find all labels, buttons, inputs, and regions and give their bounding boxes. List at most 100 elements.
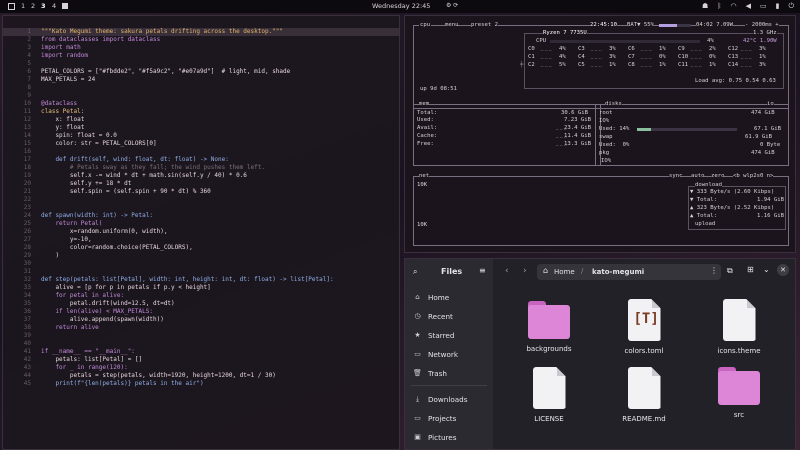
sidebar-item-downloads[interactable]: ⤓ Downloads: [413, 392, 489, 406]
close-icon[interactable]: ✕: [777, 264, 789, 276]
code-line[interactable]: 34 for petal in alive:: [3, 292, 399, 300]
clock[interactable]: Wednesday 22:45: [372, 2, 430, 10]
code-line[interactable]: 5: [3, 60, 399, 68]
code-line[interactable]: 11 class Petal:: [3, 108, 399, 116]
preset-label[interactable]: preset 2: [471, 22, 498, 29]
code-line[interactable]: 19 self.x -= wind * dt + math.sin(self.y…: [3, 172, 399, 180]
code-line[interactable]: 38 return alive: [3, 324, 399, 332]
net-zero[interactable]: zero: [711, 173, 725, 180]
hamburger-menu-icon[interactable]: ≡: [479, 266, 486, 275]
new-tab-icon[interactable]: ⧉: [727, 266, 733, 276]
cpu-core-label: C5: [578, 62, 585, 68]
sidebar-item-trash[interactable]: 🗑 Trash: [413, 366, 489, 380]
code-line[interactable]: 4 import random: [3, 52, 399, 60]
search-icon[interactable]: ⌕: [413, 267, 417, 277]
net-auto[interactable]: auto: [691, 173, 705, 180]
code-line[interactable]: 22: [3, 196, 399, 204]
more-options-icon[interactable]: ⋮: [710, 266, 718, 275]
code-line[interactable]: 20 self.y += 18 * dt: [3, 180, 399, 188]
code-line[interactable]: 8: [3, 84, 399, 92]
code-line[interactable]: 42 petals: list[Petal] = []: [3, 356, 399, 364]
toml-file-icon: [T]: [627, 299, 661, 341]
net-sync[interactable]: sync: [669, 173, 683, 180]
code-line[interactable]: 27 y=-10,: [3, 236, 399, 244]
workspace-3[interactable]: 3: [41, 2, 46, 10]
view-grid-icon[interactable]: ⊞: [747, 265, 754, 274]
code-line[interactable]: 44 petals = step(petals, width=1920, hei…: [3, 372, 399, 380]
code-line[interactable]: 23: [3, 204, 399, 212]
sidebar-divider: [411, 385, 487, 386]
code-line[interactable]: 3 import math: [3, 44, 399, 52]
code-line[interactable]: 25 return Petal(: [3, 220, 399, 228]
workspace-4[interactable]: 4: [52, 2, 56, 10]
code-line[interactable]: 31: [3, 268, 399, 276]
code-line[interactable]: 33 alive = [p for p in petals if p.y < h…: [3, 284, 399, 292]
file-item[interactable]: backgrounds: [512, 301, 586, 353]
code-line[interactable]: 16: [3, 148, 399, 156]
back-icon[interactable]: ‹: [505, 266, 509, 276]
sidebar-item-projects[interactable]: ▭ Projects: [413, 411, 489, 425]
workspace-1[interactable]: 1: [21, 2, 25, 10]
code-line[interactable]: 13 y: float: [3, 124, 399, 132]
code-line[interactable]: 36 if len(alive) < MAX_PETALS:: [3, 308, 399, 316]
code-line[interactable]: 17 def drift(self, wind: float, dt: floa…: [3, 156, 399, 164]
menu-label[interactable]: menu: [445, 22, 459, 29]
code-line[interactable]: 28 color=random.choice(PETAL_COLORS),: [3, 244, 399, 252]
code-line[interactable]: 26 x=random.uniform(0, width),: [3, 228, 399, 236]
notification-icon[interactable]: ☗: [702, 2, 708, 11]
display-icon[interactable]: ▭: [760, 2, 767, 11]
bluetooth-icon[interactable]: ᛒ: [717, 2, 721, 11]
sidebar-item-network[interactable]: ▭ Network: [413, 347, 489, 361]
view-options-icon[interactable]: ⌄: [763, 265, 770, 274]
file-item[interactable]: icons.theme: [702, 299, 776, 355]
code-line[interactable]: 6 PETAL_COLORS = ["#fbdde2", "#f5a9c2", "…: [3, 68, 399, 76]
code-line[interactable]: 14 spin: float = 0.0: [3, 132, 399, 140]
code-line[interactable]: 15 color: str = PETAL_COLORS[0]: [3, 140, 399, 148]
sidebar-item-starred[interactable]: ★ Starred: [413, 328, 489, 342]
code-line[interactable]: 7 MAX_PETALS = 24: [3, 76, 399, 84]
path-current[interactable]: kato-megumi: [592, 268, 644, 276]
settings-icon[interactable]: ⚙ ⟳: [446, 2, 458, 9]
workspace-2[interactable]: 2: [31, 2, 35, 10]
code-line[interactable]: 43 for _ in range(120):: [3, 364, 399, 372]
code-line[interactable]: 39: [3, 332, 399, 340]
code-line[interactable]: 1 """Kato Megumi theme: sakura petals dri…: [3, 28, 399, 36]
sidebar-item-pictures[interactable]: ▣ Pictures: [413, 430, 489, 444]
code-line[interactable]: 24 def spawn(width: int) -> Petal:: [3, 212, 399, 220]
code-line[interactable]: 41 if __name__ == "__main__":: [3, 348, 399, 356]
volume-icon[interactable]: ◀: [746, 2, 751, 11]
code-line[interactable]: 9: [3, 92, 399, 100]
code-line[interactable]: 12 x: float: [3, 116, 399, 124]
cpu-core-label: C6: [628, 46, 635, 52]
code-line[interactable]: 32 def step(petals: list[Petal], width: i…: [3, 276, 399, 284]
forward-icon[interactable]: ›: [523, 266, 527, 276]
code-line[interactable]: 30: [3, 260, 399, 268]
code-line[interactable]: 40: [3, 340, 399, 348]
mem-title: mem: [419, 101, 430, 108]
code-line[interactable]: 35 petal.drift(wind=12.5, dt=dt): [3, 300, 399, 308]
code-text: return alive: [41, 324, 99, 331]
battery-icon[interactable]: ▮: [776, 2, 780, 11]
stop-icon[interactable]: [62, 3, 68, 9]
power-icon[interactable]: ⏻: [788, 2, 794, 11]
sidebar-item-recent[interactable]: ◷ Recent: [413, 309, 489, 323]
file-item[interactable]: [T] colors.toml: [607, 299, 681, 355]
net-interface[interactable]: <b wlp2s0 n>: [733, 173, 774, 180]
path-home[interactable]: Home: [554, 268, 575, 276]
sidebar-item-home[interactable]: ⌂ Home: [413, 290, 489, 304]
code-line[interactable]: 18 # Petals sway as they fall; the wind …: [3, 164, 399, 172]
code-line[interactable]: 29 ): [3, 252, 399, 260]
code-line[interactable]: 10 @dataclass: [3, 100, 399, 108]
code-editor[interactable]: 1 """Kato Megumi theme: sakura petals dri…: [2, 15, 400, 450]
workspace-overview-icon[interactable]: [8, 3, 15, 10]
code-line[interactable]: 37 alive.append(spawn(width)): [3, 316, 399, 324]
file-item[interactable]: README.md: [607, 367, 681, 423]
path-bar[interactable]: ⌂ Home / kato-megumi ⋮: [537, 264, 721, 280]
code-line[interactable]: 21 self.spin = (self.spin + 90 * dt) % 3…: [3, 188, 399, 196]
interval-control[interactable]: - 2000ms +: [745, 22, 779, 29]
file-item[interactable]: LICENSE: [512, 367, 586, 423]
code-line[interactable]: 2 from dataclasses import dataclass: [3, 36, 399, 44]
wifi-icon[interactable]: ◠: [730, 2, 736, 11]
file-item[interactable]: src: [702, 367, 776, 419]
code-line[interactable]: 45 print(f"{len(petals)} petals in the a…: [3, 380, 399, 388]
